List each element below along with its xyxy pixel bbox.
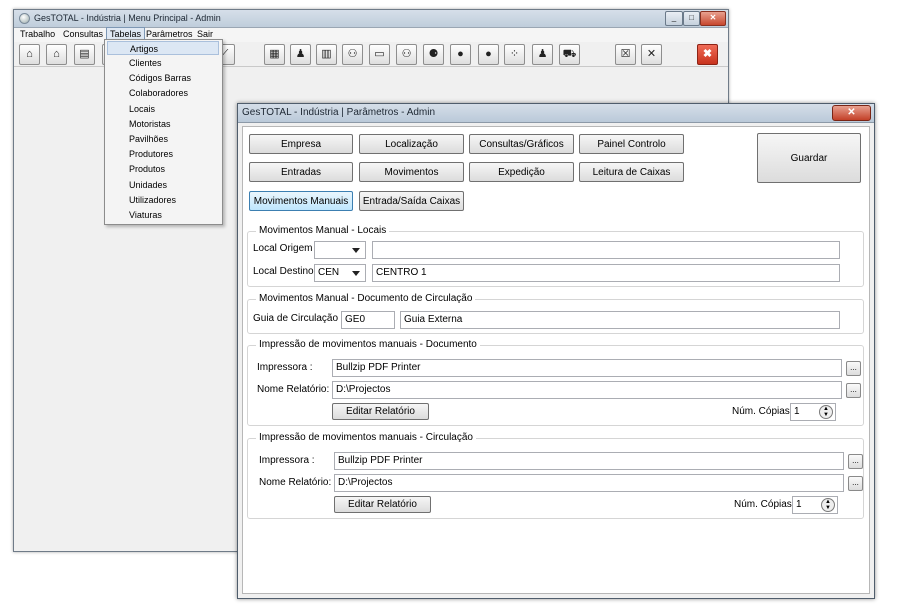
group-impressao-circulacao: Impressão de movimentos manuais - Circul… (247, 432, 864, 519)
tab-movimentos-manuais[interactable]: Movimentos Manuais (249, 191, 353, 211)
team-icon[interactable]: ⚇ (396, 44, 417, 65)
menu-item-pavilhoes[interactable]: Pavilhões (107, 132, 219, 146)
close-button[interactable]: ✕ (700, 11, 726, 26)
tab-entrada-saida-caixas[interactable]: Entrada/Saída Caixas (359, 191, 464, 211)
tab-consultas-graficos[interactable]: Consultas/Gráficos (469, 134, 574, 154)
menu-trabalho[interactable]: Trabalho (17, 28, 58, 41)
local-destino-name-field[interactable]: CENTRO 1 (372, 264, 840, 282)
group-documento-title: Movimentos Manual - Documento de Circula… (256, 293, 476, 304)
menu-item-artigos[interactable]: Artigos (107, 41, 219, 55)
tabelas-dropdown-menu: Artigos Clientes Códigos Barras Colabora… (104, 39, 223, 225)
nome-relatorio-label: Nome Relatório: (257, 384, 330, 395)
person-icon[interactable]: ♟ (290, 44, 311, 65)
group-impressao-documento: Impressão de movimentos manuais - Docume… (247, 339, 864, 426)
guia-circulacao-name-field[interactable]: Guia Externa (400, 311, 840, 329)
impressora-field[interactable]: Bullzip PDF Printer (332, 359, 842, 377)
apple-icon[interactable]: ● (450, 44, 471, 65)
menu-item-unidades[interactable]: Unidades (107, 178, 219, 192)
guia-circulacao-code-field[interactable]: GE0 (341, 311, 395, 329)
group-icon[interactable]: ⚇ (342, 44, 363, 65)
nome-relatorio-field[interactable]: D:\Projectos (332, 381, 842, 399)
group-documento-circulacao: Movimentos Manual - Documento de Circula… (247, 293, 864, 334)
num-copias-field[interactable]: 1 ▲ ▼ (790, 403, 836, 421)
main-window-title: GesTOTAL - Indústria | Menu Principal - … (34, 13, 221, 23)
worker-icon[interactable]: ♟ (532, 44, 553, 65)
equipment-icon[interactable]: ▦ (264, 44, 285, 65)
browse-report-button[interactable]: ... (846, 383, 861, 398)
group-impressao-documento-title: Impressão de movimentos manuais - Docume… (256, 339, 480, 350)
dots-icon[interactable]: ⁘ (504, 44, 525, 65)
wrench-icon[interactable]: ✕ (641, 44, 662, 65)
local-origem-name-field[interactable] (372, 241, 840, 259)
home-alt-icon[interactable]: ⌂ (46, 44, 67, 65)
document-icon[interactable]: ▤ (74, 44, 95, 65)
save-button[interactable]: Guardar (757, 133, 861, 183)
minimize-button[interactable]: _ (665, 11, 683, 26)
group-locais: Movimentos Manual - Locais Local Origem … (247, 225, 864, 287)
parametros-body: Empresa Localização Consultas/Gráficos P… (242, 126, 870, 594)
spinner-icon[interactable]: ▲ ▼ (819, 405, 833, 419)
exit-icon[interactable]: ✖ (697, 44, 718, 65)
num-copias-label: Núm. Cópias: (732, 406, 793, 417)
maximize-button[interactable]: □ (683, 11, 700, 26)
parametros-window-title: GesTOTAL - Indústria | Parâmetros - Admi… (242, 107, 436, 118)
tab-expedicao[interactable]: Expedição (469, 162, 574, 182)
browse-printer-button[interactable]: ... (848, 454, 863, 469)
nome-relatorio-field[interactable]: D:\Projectos (334, 474, 844, 492)
group-locais-title: Movimentos Manual - Locais (256, 225, 390, 236)
parametros-close-button[interactable]: ✕ (832, 105, 871, 121)
menu-item-locais[interactable]: Locais (107, 102, 219, 116)
menu-item-viaturas[interactable]: Viaturas (107, 208, 219, 222)
tab-leitura-de-caixas[interactable]: Leitura de Caixas (579, 162, 684, 182)
tab-movimentos[interactable]: Movimentos (359, 162, 464, 182)
num-copias-label: Núm. Cópias: (734, 499, 795, 510)
guia-circulacao-label: Guia de Circulação : (253, 313, 344, 324)
menu-item-colaboradores[interactable]: Colaboradores (107, 86, 219, 100)
menu-item-motoristas[interactable]: Motoristas (107, 117, 219, 131)
impressora-field[interactable]: Bullzip PDF Printer (334, 452, 844, 470)
impressora-label: Impressora : (257, 362, 313, 373)
num-copias-value: 1 (794, 406, 800, 417)
fruits-icon[interactable]: ● (478, 44, 499, 65)
menu-item-produtos[interactable]: Produtos (107, 162, 219, 176)
browse-report-button[interactable]: ... (848, 476, 863, 491)
local-origem-select[interactable] (314, 241, 366, 259)
chevron-down-icon (352, 248, 360, 253)
local-destino-code: CEN (318, 267, 340, 278)
chevron-down-icon (352, 271, 360, 276)
menu-item-utilizadores[interactable]: Utilizadores (107, 193, 219, 207)
tab-painel-controlo[interactable]: Painel Controlo (579, 134, 684, 154)
num-copias-value: 1 (796, 499, 802, 510)
app-icon (19, 13, 30, 24)
local-destino-select[interactable]: CEN (314, 264, 366, 282)
local-origem-label: Local Origem : (253, 243, 319, 254)
tab-localizacao[interactable]: Localização (359, 134, 464, 154)
local-destino-label: Local Destino : (253, 266, 320, 277)
factory-icon[interactable]: ▭ (369, 44, 390, 65)
parametros-window: GesTOTAL - Indústria | Parâmetros - Admi… (237, 103, 875, 599)
truck-icon[interactable]: ⛟ (559, 44, 580, 65)
editar-relatorio-button[interactable]: Editar Relatório (334, 496, 431, 513)
menu-item-codigos-barras[interactable]: Códigos Barras (107, 71, 219, 85)
tab-empresa[interactable]: Empresa (249, 134, 353, 154)
menu-item-produtores[interactable]: Produtores (107, 147, 219, 161)
tab-entradas[interactable]: Entradas (249, 162, 353, 182)
x-box-icon[interactable]: ☒ (615, 44, 636, 65)
parametros-title-bar: GesTOTAL - Indústria | Parâmetros - Admi… (238, 104, 874, 123)
spinner-icon[interactable]: ▲ ▼ (821, 498, 835, 512)
menu-item-clientes[interactable]: Clientes (107, 56, 219, 70)
impressora-label: Impressora : (259, 455, 315, 466)
menu-consultas[interactable]: Consultas (60, 28, 106, 41)
nome-relatorio-label: Nome Relatório: (259, 477, 332, 488)
home-icon[interactable]: ⌂ (19, 44, 40, 65)
editar-relatorio-button[interactable]: Editar Relatório (332, 403, 429, 420)
group-impressao-circulacao-title: Impressão de movimentos manuais - Circul… (256, 432, 476, 443)
num-copias-field[interactable]: 1 ▲ ▼ (792, 496, 838, 514)
book-icon[interactable]: ▥ (316, 44, 337, 65)
browse-printer-button[interactable]: ... (846, 361, 861, 376)
users-grid-icon[interactable]: ⚈ (423, 44, 444, 65)
main-title-bar: GesTOTAL - Indústria | Menu Principal - … (14, 10, 728, 28)
